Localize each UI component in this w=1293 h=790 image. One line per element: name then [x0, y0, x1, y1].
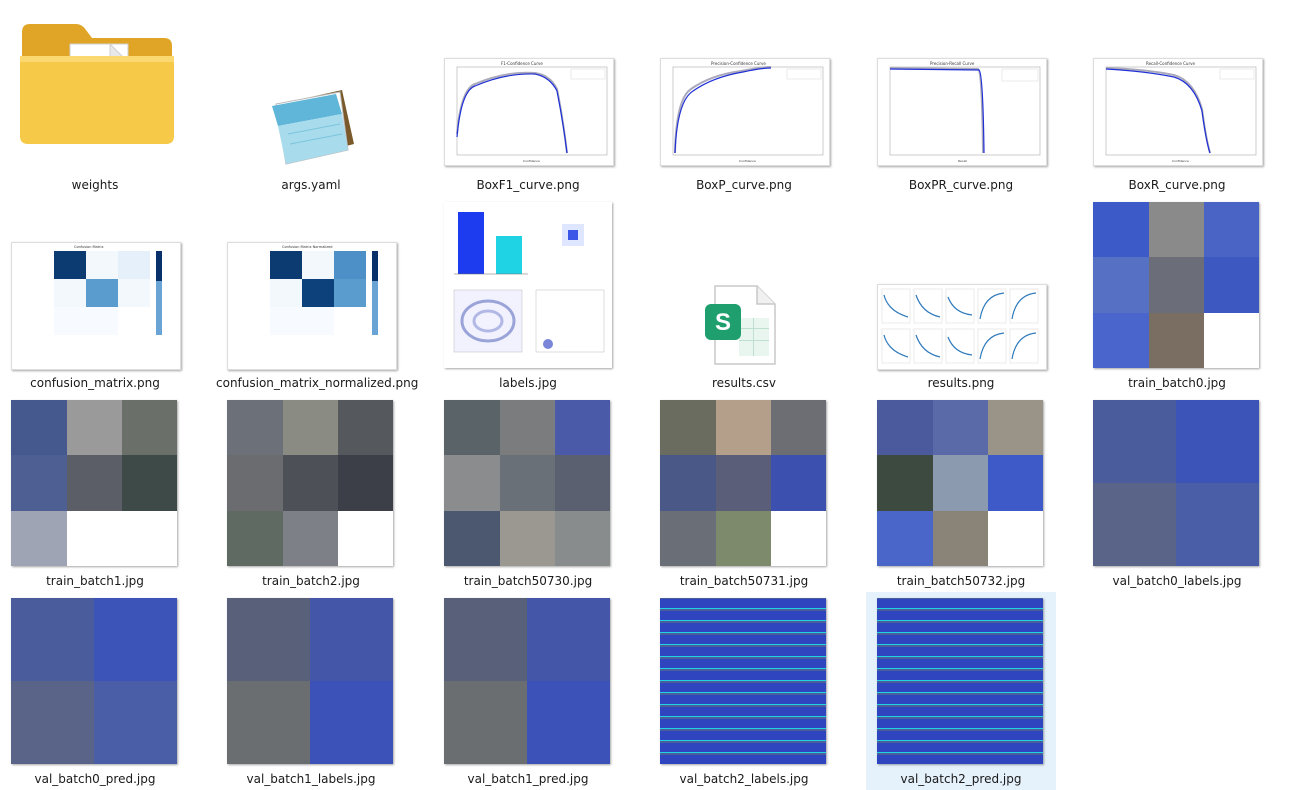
svg-text:Recall: Recall — [958, 159, 967, 163]
file-item-val-batch1-pred[interactable]: val_batch1_pred.jpg — [433, 594, 623, 790]
svg-text:Confidence: Confidence — [523, 159, 540, 163]
thumbnail — [1093, 202, 1259, 368]
file-item-results-csv[interactable]: S results.csv — [649, 198, 839, 396]
curve-chart: Precision-Confidence Curve Confidence — [672, 61, 824, 163]
file-item-val-batch0-labels[interactable]: val_batch0_labels.jpg — [1082, 396, 1272, 594]
file-item-boxr-curve[interactable]: Recall-Confidence Curve Confidence BoxR_… — [1082, 0, 1272, 198]
thumbnail — [660, 400, 826, 566]
file-item-train-batch50730[interactable]: train_batch50730.jpg — [433, 396, 623, 594]
file-item-train-batch1[interactable]: train_batch1.jpg — [0, 396, 190, 594]
file-name: weights — [71, 178, 119, 192]
file-item-train-batch2[interactable]: train_batch2.jpg — [216, 396, 406, 594]
file-name: labels.jpg — [499, 376, 557, 390]
svg-text:Precision-Confidence Curve: Precision-Confidence Curve — [711, 61, 766, 66]
file-name: train_batch2.jpg — [262, 574, 360, 588]
matrix-chart: Confusion Matrix — [54, 245, 162, 335]
file-item-val-batch0-pred[interactable]: val_batch0_pred.jpg — [0, 594, 190, 790]
svg-text:Confusion Matrix: Confusion Matrix — [74, 245, 104, 249]
curve-chart: Precision-Recall Curve Recall — [889, 61, 1041, 163]
file-item-confusion-matrix[interactable]: Confusion Matrix confusion_matrix.png — [0, 198, 190, 396]
file-item-val-batch2-pred[interactable]: val_batch2_pred.jpg — [866, 594, 1056, 790]
file-name: val_batch0_labels.jpg — [1112, 574, 1242, 588]
file-item-weights[interactable]: weights — [0, 0, 190, 198]
file-item-val-batch1-labels[interactable]: val_batch1_labels.jpg — [216, 594, 406, 790]
file-item-labels[interactable]: labels.jpg — [433, 198, 623, 396]
svg-text:Precision-Recall Curve: Precision-Recall Curve — [930, 61, 975, 66]
thumbnail — [1093, 400, 1259, 566]
file-name: results.png — [927, 376, 995, 390]
file-name: train_batch1.jpg — [46, 574, 144, 588]
matrix-chart: Confusion Matrix Normalized — [270, 245, 378, 335]
spreadsheet-icon: S — [705, 285, 776, 365]
thumbnail: F1-Confidence Curve Confidence — [444, 58, 614, 166]
svg-text:Confidence: Confidence — [739, 159, 756, 163]
thumbnail: Confusion Matrix Normalized — [227, 242, 397, 370]
file-item-val-batch2-labels[interactable]: val_batch2_labels.jpg — [649, 594, 839, 790]
thumbnail — [660, 598, 826, 764]
file-item-train-batch0[interactable]: train_batch0.jpg — [1082, 198, 1272, 396]
file-name: val_batch2_labels.jpg — [679, 772, 809, 786]
thumbnail — [877, 284, 1047, 370]
labels-chart — [453, 212, 605, 353]
file-name: BoxR_curve.png — [1128, 178, 1226, 192]
file-item-results-png[interactable]: results.png — [866, 198, 1056, 396]
file-name: args.yaml — [281, 178, 341, 192]
file-name: confusion_matrix.png — [30, 376, 160, 390]
results-chart — [881, 288, 1039, 364]
file-name: confusion_matrix_normalized.png — [216, 376, 419, 390]
thumbnail — [11, 400, 177, 566]
file-item-boxpr-curve[interactable]: Precision-Recall Curve Recall BoxPR_curv… — [866, 0, 1056, 198]
thumbnail: Confusion Matrix — [11, 242, 181, 370]
svg-text:Confidence: Confidence — [1172, 159, 1189, 163]
file-name: val_batch1_pred.jpg — [467, 772, 589, 786]
curve-chart: F1-Confidence Curve Confidence — [456, 61, 608, 163]
file-name: BoxP_curve.png — [696, 178, 792, 192]
svg-text:S: S — [715, 309, 731, 336]
file-name: train_batch0.jpg — [1128, 376, 1226, 390]
file-name: val_batch2_pred.jpg — [900, 772, 1022, 786]
svg-text:F1-Confidence Curve: F1-Confidence Curve — [501, 61, 543, 66]
file-item-boxf1-curve[interactable]: F1-Confidence Curve Confidence BoxF1_cur… — [433, 0, 623, 198]
file-item-boxp-curve[interactable]: Precision-Confidence Curve Confidence Bo… — [649, 0, 839, 198]
thumbnail: Precision-Confidence Curve Confidence — [660, 58, 830, 166]
file-name: train_batch50732.jpg — [896, 574, 1026, 588]
file-name: train_batch50730.jpg — [463, 574, 593, 588]
thumbnail: Recall-Confidence Curve Confidence — [1093, 58, 1263, 166]
file-name: val_batch1_labels.jpg — [246, 772, 376, 786]
file-item-train-batch50731[interactable]: train_batch50731.jpg — [649, 396, 839, 594]
file-name: val_batch0_pred.jpg — [34, 772, 156, 786]
file-item-train-batch50732[interactable]: train_batch50732.jpg — [866, 396, 1056, 594]
file-item-args-yaml[interactable]: args.yaml — [216, 0, 406, 198]
file-name: train_batch50731.jpg — [679, 574, 809, 588]
thumbnail — [444, 598, 610, 764]
thumbnail — [444, 400, 610, 566]
file-name: BoxF1_curve.png — [476, 178, 580, 192]
thumbnail — [877, 598, 1043, 764]
curve-chart: Recall-Confidence Curve Confidence — [1105, 61, 1257, 163]
file-name: results.csv — [712, 376, 776, 390]
thumbnail: Precision-Recall Curve Recall — [877, 58, 1047, 166]
notepad-icon — [272, 90, 354, 165]
thumbnail — [444, 202, 612, 368]
thumbnail — [877, 400, 1043, 566]
thumbnail — [11, 598, 177, 764]
folder-icon — [20, 24, 174, 144]
svg-text:Confusion Matrix Normalized: Confusion Matrix Normalized — [282, 245, 333, 249]
svg-text:Recall-Confidence Curve: Recall-Confidence Curve — [1146, 61, 1195, 66]
file-item-confusion-matrix-normalized[interactable]: Confusion Matrix Normalized confusion_ma… — [216, 198, 419, 396]
thumbnail — [227, 598, 393, 764]
thumbnail — [227, 400, 393, 566]
file-name: BoxPR_curve.png — [908, 178, 1014, 192]
